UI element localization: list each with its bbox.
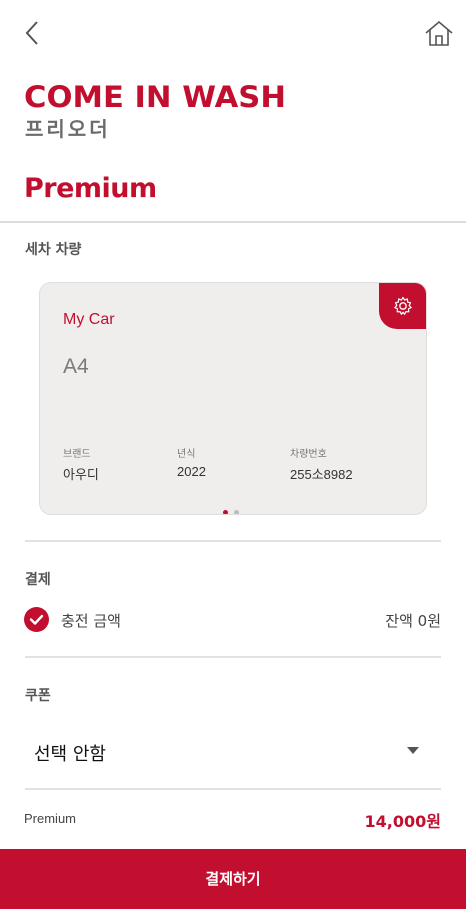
section-divider — [25, 540, 441, 542]
pagination-dot-active[interactable] — [223, 510, 228, 514]
brand-logo: COME IN WASH — [24, 82, 286, 110]
pagination-dot[interactable] — [234, 510, 239, 514]
car-brand-field: 브랜드 아우디 — [63, 445, 99, 483]
title-divider — [0, 221, 466, 223]
car-year-value: 2022 — [177, 464, 206, 479]
coupon-section-label: 쿠폰 — [25, 688, 51, 704]
balance-text: 잔액 0원 — [385, 612, 441, 630]
home-button[interactable] — [423, 18, 455, 48]
svg-text:COME IN WASH: COME IN WASH — [24, 82, 286, 110]
car-brand-value: 아우디 — [63, 467, 99, 482]
car-card[interactable]: My Car A4 브랜드 아우디 년식 2022 차량번호 255소8982 — [39, 282, 427, 515]
vehicle-section-label: 세차 차량 — [25, 242, 82, 258]
car-brand-label: 브랜드 — [63, 449, 91, 460]
caret-down-icon — [407, 747, 419, 754]
back-button[interactable] — [20, 18, 48, 48]
coupon-select[interactable]: 선택 안함 — [25, 728, 441, 778]
section-divider — [25, 656, 441, 658]
pay-button[interactable]: 결제하기 — [0, 849, 466, 909]
checkmark-icon — [29, 614, 44, 625]
section-divider — [25, 788, 441, 790]
card-pagination — [223, 500, 245, 514]
home-icon — [425, 20, 453, 46]
check-circle-icon[interactable] — [24, 607, 49, 632]
summary-product-name: Premium — [24, 811, 77, 826]
top-bar — [0, 0, 466, 66]
car-plate-value: 255소8982 — [290, 467, 353, 482]
coupon-selected-value: 선택 안함 — [34, 744, 106, 765]
car-model: A4 — [63, 355, 89, 378]
car-year-label: 년식 — [177, 449, 196, 460]
car-year-field: 년식 2022 — [177, 445, 206, 479]
car-settings-button[interactable] — [379, 283, 426, 329]
summary-price: 14,000원 — [364, 812, 441, 831]
gear-icon — [394, 296, 412, 315]
page-title: Premium — [24, 173, 157, 204]
car-tag: My Car — [63, 311, 115, 328]
brand-subtitle: 프리오더 — [25, 117, 111, 141]
payment-section-label: 결제 — [25, 572, 51, 588]
chevron-left-icon — [25, 21, 38, 45]
payment-option-label[interactable]: 충전 금액 — [61, 610, 121, 631]
car-plate-label: 차량번호 — [290, 449, 327, 460]
car-plate-field: 차량번호 255소8982 — [290, 445, 353, 483]
